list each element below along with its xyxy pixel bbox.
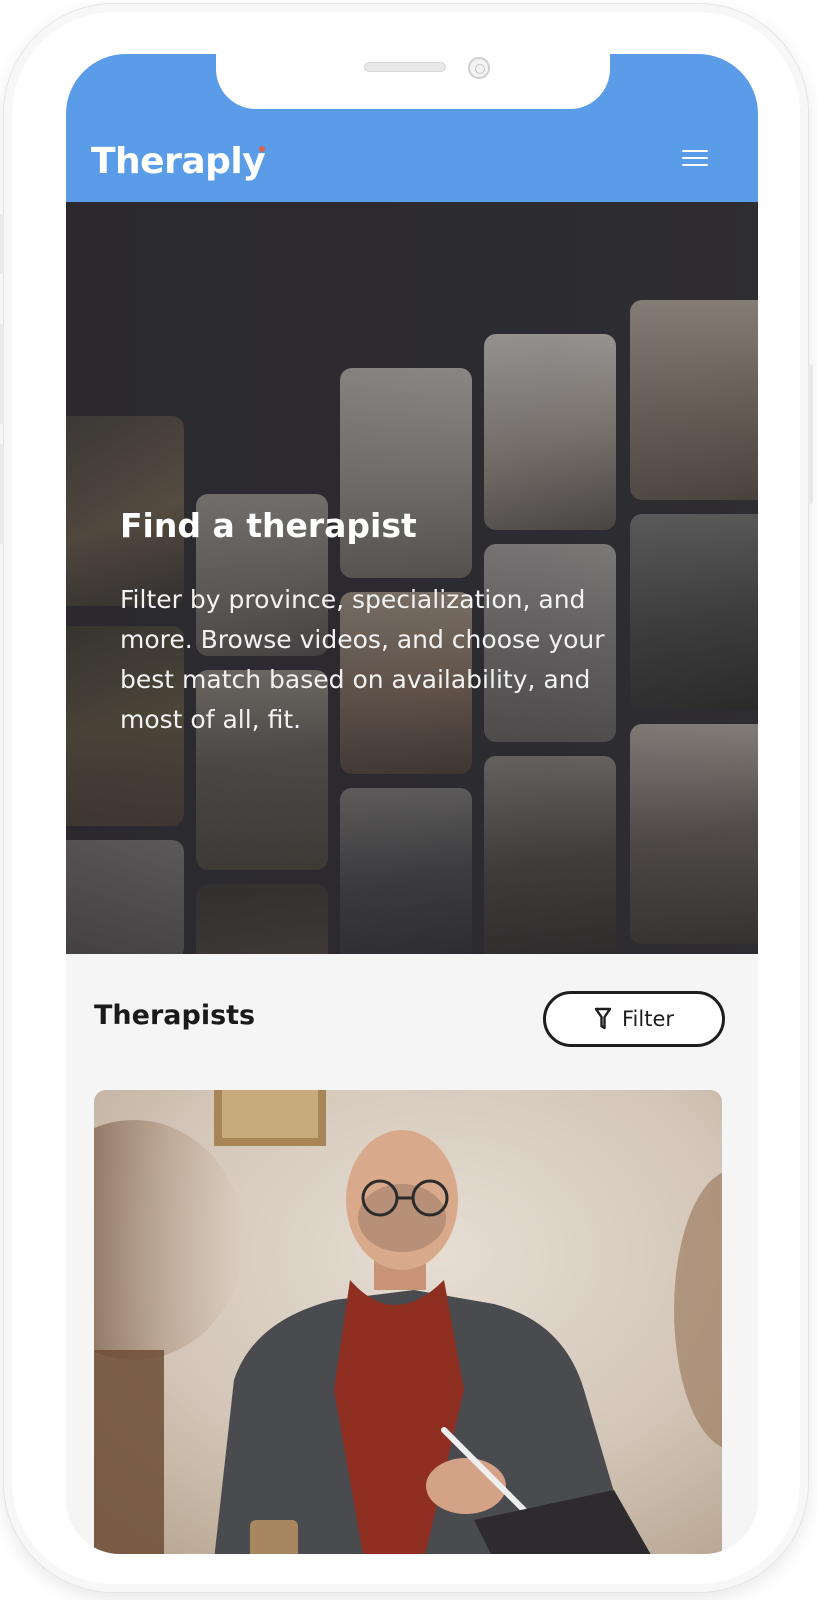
- volume-button-extra: [0, 444, 4, 544]
- power-button: [808, 364, 813, 504]
- logo-accent-dot: [259, 146, 265, 152]
- filter-button[interactable]: Filter: [543, 991, 725, 1047]
- filter-label: Filter: [621, 1007, 674, 1031]
- volume-button-up: [0, 214, 4, 274]
- therapists-heading: Therapists: [94, 1000, 256, 1031]
- site-header: Theraply: [66, 54, 758, 202]
- theraply-logo[interactable]: Theraply: [91, 140, 266, 184]
- hero-title: Find a therapist: [120, 506, 417, 545]
- hero-overlay: [66, 202, 758, 954]
- volume-button-down: [0, 324, 4, 424]
- phone-screen: Theraply Find a therapist Filter by prov…: [66, 54, 758, 1554]
- front-camera-icon: [468, 57, 490, 79]
- phone-frame: Theraply Find a therapist Filter by prov…: [0, 4, 813, 1592]
- hero-description: Filter by province, specialization, and …: [120, 585, 605, 734]
- therapist-card[interactable]: [94, 1090, 722, 1554]
- speaker-grille: [364, 62, 446, 72]
- therapist-photo: [94, 1090, 722, 1554]
- hero-banner: Find a therapist Filter by province, spe…: [66, 202, 758, 954]
- funnel-icon: [594, 1007, 612, 1030]
- phone-notch: [216, 54, 610, 109]
- hamburger-menu-icon[interactable]: [682, 150, 712, 172]
